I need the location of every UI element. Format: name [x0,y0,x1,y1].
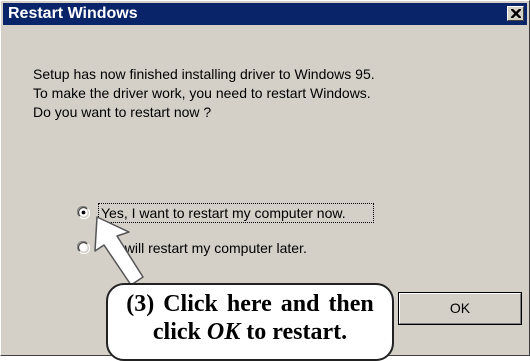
callout-line-2: click OK to restart. [108,319,392,346]
callout-line-1: (3) Click here and then [126,291,374,317]
instruction-callout: (3) Click here and then click OK to rest… [106,283,394,361]
callout-ok-emphasis: OK [206,319,241,345]
callout-line-2-suffix: to restart. [240,319,348,345]
callout-line-2-prefix: click [152,319,207,345]
